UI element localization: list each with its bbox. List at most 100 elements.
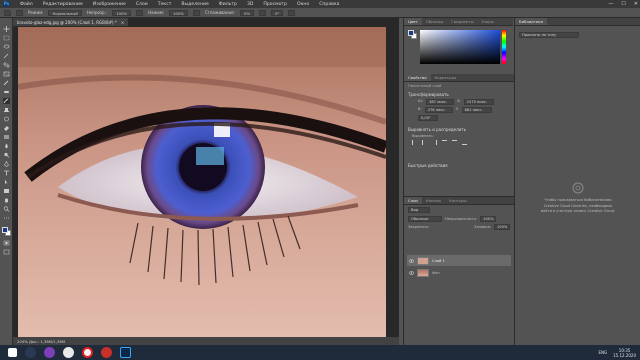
- move-tool-icon[interactable]: [3, 26, 10, 32]
- transform-title[interactable]: Трансформировать: [404, 90, 514, 99]
- layer-opacity-field[interactable]: 100%: [480, 216, 497, 222]
- eraser-tool-icon[interactable]: [3, 125, 10, 131]
- tab-gradients[interactable]: Градиенты: [447, 18, 477, 25]
- document-tab[interactable]: bravoto-glaz-edg.jpg @ 200% (Слой 1, RGB…: [13, 18, 129, 27]
- close-button[interactable]: ✕: [634, 1, 638, 7]
- menu-filter[interactable]: Фильтр: [219, 2, 237, 7]
- search-icon[interactable]: [25, 347, 36, 358]
- fill-field[interactable]: 100%: [494, 224, 510, 230]
- photoshop-taskbar-icon[interactable]: [120, 347, 131, 358]
- mode-select[interactable]: Нормальный: [48, 9, 82, 16]
- hue-slider[interactable]: [502, 30, 506, 64]
- more-tools-icon[interactable]: [3, 215, 10, 221]
- gradient-tool-icon[interactable]: [3, 134, 10, 140]
- pen-tool-icon[interactable]: [3, 160, 10, 167]
- align-bottom-icon[interactable]: [462, 140, 467, 145]
- menu-3d[interactable]: 3D: [247, 2, 253, 7]
- tab-properties[interactable]: Свойства: [404, 74, 431, 81]
- yandex-browser-icon[interactable]: [82, 347, 93, 358]
- quick-mask-icon[interactable]: [3, 240, 10, 246]
- eye-icon[interactable]: [409, 258, 414, 263]
- align-left-icon[interactable]: [412, 140, 417, 145]
- menu-edit[interactable]: Редактирование: [43, 2, 83, 7]
- layer-filter-select[interactable]: Вид: [408, 207, 430, 213]
- menu-window[interactable]: Окно: [297, 2, 309, 7]
- layer-row[interactable]: Слой 1: [407, 255, 511, 266]
- gear-icon[interactable]: [258, 9, 266, 16]
- menu-type[interactable]: Текст: [158, 2, 172, 7]
- eye-icon[interactable]: [409, 270, 414, 275]
- align-top-icon[interactable]: [442, 140, 447, 145]
- hand-tool-icon[interactable]: [3, 197, 10, 203]
- tab-color[interactable]: Цвет: [404, 18, 422, 25]
- brush-tool-icon[interactable]: [3, 98, 10, 104]
- align-title[interactable]: Выровнять и распределить: [404, 125, 514, 134]
- pressure-opacity-icon[interactable]: [136, 9, 144, 16]
- angle-field[interactable]: 0,00°: [418, 115, 438, 121]
- width-field[interactable]: 387 пикс.: [426, 99, 455, 105]
- tab-patterns[interactable]: Узоры: [478, 18, 498, 25]
- screen-mode-icon[interactable]: [3, 249, 10, 255]
- menu-image[interactable]: Изображение: [93, 2, 126, 7]
- airbrush-icon[interactable]: [192, 9, 200, 16]
- menu-layers[interactable]: Слои: [136, 2, 148, 7]
- marquee-tool-icon[interactable]: [3, 35, 10, 41]
- rectangle-tool-icon[interactable]: [3, 188, 10, 194]
- height-field[interactable]: 278 пикс.: [424, 107, 453, 113]
- symmetry-icon[interactable]: [288, 9, 296, 16]
- app-icon-white[interactable]: [63, 347, 74, 358]
- smoothing-field[interactable]: 0%: [239, 9, 254, 16]
- document-close-icon[interactable]: ×: [121, 20, 124, 25]
- clock[interactable]: 10:35 15.12.2020: [613, 348, 636, 358]
- tab-libraries[interactable]: Библиотеки: [515, 18, 547, 25]
- opacity-field[interactable]: 100%: [112, 9, 132, 16]
- home-icon[interactable]: [4, 9, 11, 16]
- app-icon-red[interactable]: [101, 347, 112, 358]
- color-picker-field[interactable]: [420, 30, 500, 64]
- clone-stamp-tool-icon[interactable]: [3, 107, 10, 113]
- image-canvas[interactable]: [18, 27, 386, 337]
- tab-channels[interactable]: Каналы: [422, 197, 445, 204]
- foreground-color-swatch[interactable]: [2, 227, 8, 233]
- brush-preset-icon[interactable]: [16, 9, 23, 16]
- layer-row[interactable]: Фон: [407, 267, 511, 278]
- y-field[interactable]: 881 пикс.: [461, 107, 492, 113]
- menu-view[interactable]: Просмотр: [263, 2, 287, 7]
- healing-brush-tool-icon[interactable]: [3, 89, 10, 95]
- menu-help[interactable]: Справка: [319, 2, 339, 7]
- type-tool-icon[interactable]: [3, 170, 10, 176]
- zoom-tool-icon[interactable]: [3, 206, 10, 212]
- lasso-tool-icon[interactable]: [3, 44, 10, 50]
- menu-file[interactable]: Файл: [20, 2, 33, 7]
- blur-tool-icon[interactable]: [3, 143, 10, 149]
- quick-actions-title[interactable]: Быстрые действия: [404, 161, 514, 170]
- start-icon[interactable]: [8, 348, 17, 357]
- dodge-tool-icon[interactable]: [3, 152, 10, 158]
- menu-select[interactable]: Выделение: [181, 2, 208, 7]
- maximize-button[interactable]: ☐: [621, 1, 625, 7]
- properties-tabs: Свойства Коррекция: [404, 74, 514, 82]
- tab-swatches[interactable]: Образцы: [422, 18, 448, 25]
- history-brush-tool-icon[interactable]: [3, 116, 10, 122]
- crop-tool-icon[interactable]: [3, 62, 10, 68]
- align-center-icon[interactable]: [422, 140, 427, 145]
- align-middle-icon[interactable]: [452, 140, 457, 145]
- frame-tool-icon[interactable]: [3, 71, 10, 77]
- magic-wand-tool-icon[interactable]: [3, 53, 10, 59]
- minimize-button[interactable]: —: [608, 1, 613, 7]
- align-right-icon[interactable]: [432, 140, 437, 145]
- path-selection-tool-icon[interactable]: [3, 179, 10, 185]
- photoshop-logo[interactable]: Ps: [3, 1, 10, 7]
- eyedropper-tool-icon[interactable]: [3, 80, 10, 86]
- blend-mode-select[interactable]: Обычные: [408, 216, 442, 222]
- tab-paths[interactable]: Контуры: [445, 197, 470, 204]
- tab-adjustments[interactable]: Коррекция: [431, 74, 461, 81]
- tab-layers[interactable]: Слои: [404, 197, 422, 204]
- flow-field[interactable]: 100%: [169, 9, 188, 16]
- angle-field[interactable]: 0°: [270, 9, 284, 16]
- library-view-select[interactable]: Просмотр по типу: [519, 32, 579, 38]
- color-fg-swatch[interactable]: [408, 30, 414, 36]
- x-field[interactable]: 1575 пикс.: [463, 99, 494, 105]
- app-icon-purple[interactable]: [44, 347, 55, 358]
- language-indicator[interactable]: ENG: [598, 350, 607, 355]
